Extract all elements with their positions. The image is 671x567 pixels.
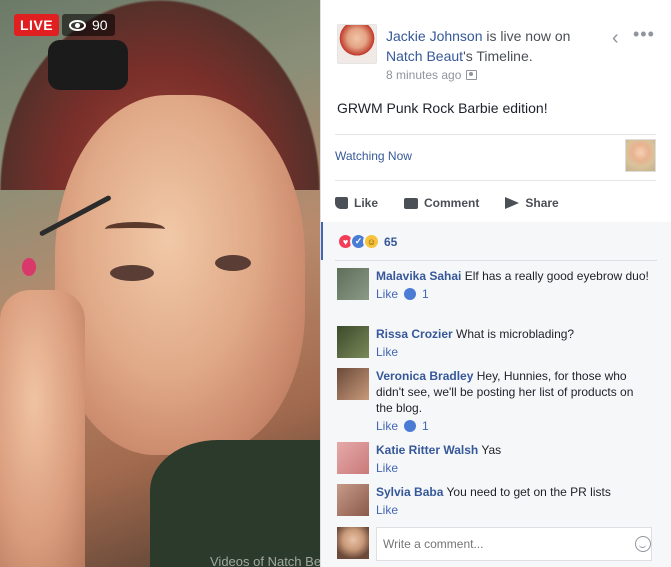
friends-icon[interactable] — [466, 70, 478, 80]
divider — [335, 260, 657, 261]
share-icon — [505, 197, 520, 209]
haha-reaction-icon: ☺ — [363, 233, 380, 250]
commenter-avatar[interactable] — [337, 484, 369, 516]
page-name-link[interactable]: Natch Beaut — [386, 48, 463, 64]
watcher-avatar[interactable] — [625, 139, 656, 172]
comment-body: Rissa Crozier What is microblading? Like — [376, 326, 652, 360]
comment-like-count[interactable]: 1 — [422, 286, 429, 302]
comment-like-link[interactable]: Like — [376, 418, 398, 434]
video-face — [55, 95, 305, 455]
comment-text: You need to get on the PR lists — [446, 485, 611, 499]
video-hair-clip — [48, 40, 128, 90]
comment-meta: Like 1 — [376, 286, 652, 302]
comment-text: Yas — [481, 443, 502, 457]
video-watermark: Videos of Natch Beaut — [210, 554, 320, 567]
share-button[interactable]: Share — [505, 196, 559, 210]
like-button[interactable]: Like — [335, 196, 378, 210]
comment-meta: Like 1 — [376, 418, 652, 434]
comment-body: Veronica Bradley Hey, Hunnies, for those… — [376, 368, 652, 434]
comment-meta: Like — [376, 344, 652, 360]
post-timestamp[interactable]: 8 minutes ago — [386, 68, 478, 82]
author-name-link[interactable]: Jackie Johnson — [386, 28, 483, 44]
comment-like-link[interactable]: Like — [376, 286, 398, 302]
share-label: Share — [525, 196, 559, 210]
comment-body: Katie Ritter Walsh Yas Like — [376, 442, 652, 476]
viewer-count: 90 — [92, 17, 108, 33]
comment-meta: Like — [376, 502, 652, 518]
viewer-count-badge: 90 — [62, 14, 115, 36]
reaction-count: 65 — [384, 234, 398, 249]
post-panel: Jackie Johnson is live now on Natch Beau… — [320, 0, 671, 567]
comment-label: Comment — [424, 196, 480, 210]
timeline-suffix: 's Timeline. — [463, 48, 533, 64]
comment-text: Elf has a really good eyebrow duo! — [464, 269, 649, 283]
chevron-left-icon[interactable]: ‹ — [612, 28, 619, 48]
video-nail — [22, 258, 36, 276]
commenter-avatar[interactable] — [337, 268, 369, 300]
comment-like-link[interactable]: Like — [376, 502, 398, 518]
reactions-summary[interactable]: ♥ ✓ ☺ 65 — [337, 233, 397, 250]
post-header-text: Jackie Johnson is live now on Natch Beau… — [386, 26, 601, 66]
smiley-icon[interactable] — [635, 536, 651, 552]
commenter-name[interactable]: Sylvia Baba — [376, 485, 443, 499]
comment-input[interactable] — [376, 527, 652, 561]
watching-now-label[interactable]: Watching Now — [335, 149, 412, 163]
commenter-avatar[interactable] — [337, 368, 369, 400]
comment-composer — [337, 527, 657, 561]
comment-body: Sylvia Baba You need to get on the PR li… — [376, 484, 652, 518]
comment-text: What is microblading? — [456, 327, 575, 341]
post-actions: Like Comment Share — [335, 196, 559, 210]
comment-icon — [404, 197, 419, 209]
comment-body: Malavika Sahai Elf has a really good eye… — [376, 268, 652, 302]
timestamp-text: 8 minutes ago — [386, 68, 462, 82]
video-eye-left — [110, 265, 154, 281]
commenter-name[interactable]: Malavika Sahai — [376, 269, 461, 283]
reaction-indicator — [321, 222, 323, 260]
commenter-name[interactable]: Rissa Crozier — [376, 327, 453, 341]
post-text: GRWM Punk Rock Barbie edition! — [337, 100, 548, 116]
comment-button[interactable]: Comment — [404, 196, 479, 210]
more-icon[interactable]: ••• — [633, 24, 655, 45]
commenter-name[interactable]: Katie Ritter Walsh — [376, 443, 478, 457]
live-video[interactable]: LIVE 90 Videos of Natch Beaut — [0, 0, 320, 567]
commenter-name[interactable]: Veronica Bradley — [376, 369, 473, 383]
video-eye-right — [215, 255, 251, 271]
author-avatar[interactable] — [337, 24, 377, 64]
comment-meta: Like — [376, 460, 652, 476]
comment-like-count[interactable]: 1 — [422, 418, 429, 434]
eye-icon — [69, 19, 86, 31]
comment-like-link[interactable]: Like — [376, 344, 398, 360]
thumbs-up-icon — [335, 197, 348, 209]
commenter-avatar[interactable] — [337, 326, 369, 358]
comment-like-link[interactable]: Like — [376, 460, 398, 476]
comments-area: ♥ ✓ ☺ 65 Malavika Sahai Elf has a really… — [321, 222, 671, 567]
thumbs-up-icon — [404, 288, 417, 300]
live-badge: LIVE — [14, 14, 60, 36]
video-shirt — [150, 440, 320, 567]
like-label: Like — [354, 196, 379, 210]
video-brow — [105, 222, 165, 236]
commenter-avatar[interactable] — [337, 442, 369, 474]
is-live-text: is live now on — [482, 28, 571, 44]
current-user-avatar — [337, 527, 369, 559]
divider — [335, 134, 656, 135]
divider — [335, 180, 656, 181]
thumbs-up-icon — [404, 420, 417, 432]
video-hand — [0, 290, 85, 567]
